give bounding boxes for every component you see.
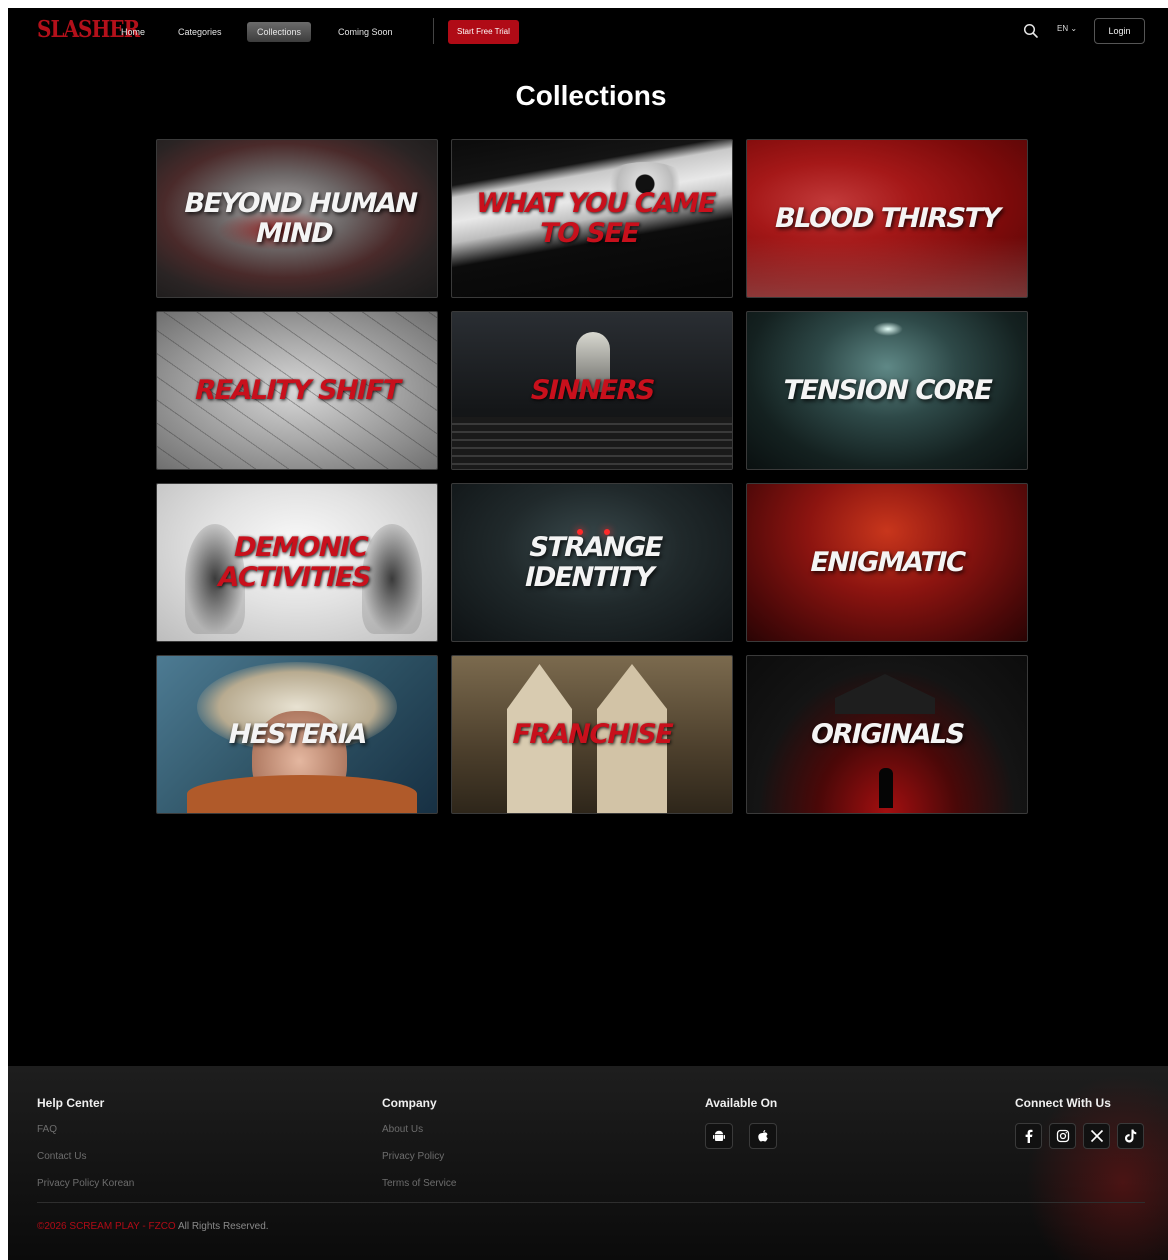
connect-heading: Connect With Us: [1015, 1096, 1111, 1110]
tiktok-icon: [1124, 1129, 1136, 1143]
footer: Help Center FAQ Contact Us Privacy Polic…: [8, 1066, 1168, 1260]
collection-title: SINNERS: [527, 374, 657, 406]
collection-title: BEYOND HUMAN MIND: [181, 187, 420, 249]
collection-title: FRANCHISE: [509, 718, 676, 750]
company-heading: Company: [382, 1096, 437, 1110]
collection-card[interactable]: BEYOND HUMAN MIND: [156, 139, 438, 298]
copyright-brand: ©2026 SCREAM PLAY - FZCO: [37, 1221, 176, 1232]
nav-categories[interactable]: Categories: [168, 22, 232, 42]
faq-link[interactable]: FAQ: [37, 1124, 57, 1135]
instagram-icon: [1056, 1129, 1069, 1143]
page-title: Collections: [515, 80, 667, 111]
collection-card[interactable]: BLOOD THIRSTY: [746, 139, 1028, 298]
collection-card[interactable]: HESTERIA: [156, 655, 438, 814]
collection-card[interactable]: ORIGINALS: [746, 655, 1028, 814]
collections-grid: BEYOND HUMAN MIND WHAT YOU CAME TO SEE B…: [156, 139, 1028, 814]
collection-title: REALITY SHIFT: [191, 374, 403, 406]
page-frame: SLASHER Home Categories Collections Comi…: [8, 8, 1168, 1260]
blood-splatter: [747, 237, 1027, 297]
instagram-button[interactable]: [1049, 1123, 1076, 1149]
facebook-button[interactable]: [1015, 1123, 1042, 1149]
collection-title: WHAT YOU CAME TO SEE: [472, 187, 718, 249]
terms-of-service-link[interactable]: Terms of Service: [382, 1178, 456, 1189]
collection-title: DEMONIC ACTIVITIES: [214, 531, 373, 593]
copyright-rest: All Rights Reserved.: [175, 1221, 269, 1232]
login-button[interactable]: Login: [1094, 18, 1145, 44]
collection-card[interactable]: FRANCHISE: [451, 655, 733, 814]
start-free-trial-button[interactable]: Start Free Trial: [448, 20, 519, 44]
collection-title: BLOOD THIRSTY: [771, 202, 1003, 234]
collection-title: TENSION CORE: [779, 374, 995, 406]
collection-card[interactable]: WHAT YOU CAME TO SEE: [451, 139, 733, 298]
collection-title: ORIGINALS: [807, 718, 967, 750]
apple-icon: [758, 1130, 768, 1142]
collection-card[interactable]: STRANGE IDENTITY: [451, 483, 733, 642]
collection-title: STRANGE IDENTITY: [521, 531, 665, 593]
search-icon[interactable]: [1023, 23, 1039, 39]
x-icon: [1090, 1129, 1103, 1143]
apple-store-button[interactable]: [749, 1123, 777, 1149]
nav-coming-soon[interactable]: Coming Soon: [328, 22, 403, 42]
facebook-icon: [1025, 1129, 1032, 1143]
nav-home[interactable]: Home: [111, 22, 155, 42]
silhouette-figure: [879, 768, 893, 808]
privacy-policy-link[interactable]: Privacy Policy: [382, 1151, 444, 1162]
android-store-button[interactable]: [705, 1123, 733, 1149]
nav-divider: [433, 18, 434, 44]
orange-clothing: [187, 775, 417, 813]
available-on-heading: Available On: [705, 1096, 778, 1110]
collection-card[interactable]: TENSION CORE: [746, 311, 1028, 470]
footer-divider: [37, 1202, 1145, 1203]
x-button[interactable]: [1083, 1123, 1110, 1149]
top-navbar: SLASHER Home Categories Collections Comi…: [8, 8, 1168, 56]
android-icon: [713, 1130, 725, 1141]
collection-title: ENIGMATIC: [806, 546, 968, 578]
tiktok-button[interactable]: [1117, 1123, 1144, 1149]
collection-title: HESTERIA: [225, 718, 369, 750]
copyright-text: ©2026 SCREAM PLAY - FZCO All Rights Rese…: [37, 1221, 269, 1232]
church-pews: [452, 417, 732, 469]
collection-card[interactable]: ENIGMATIC: [746, 483, 1028, 642]
help-center-heading: Help Center: [37, 1096, 105, 1110]
collection-card[interactable]: SINNERS: [451, 311, 733, 470]
language-selector[interactable]: EN ⌄: [1057, 24, 1077, 33]
haunted-house: [835, 674, 935, 714]
collection-card[interactable]: DEMONIC ACTIVITIES: [156, 483, 438, 642]
privacy-policy-korean-link[interactable]: Privacy Policy Korean: [37, 1178, 134, 1189]
about-us-link[interactable]: About Us: [382, 1124, 423, 1135]
collection-card[interactable]: REALITY SHIFT: [156, 311, 438, 470]
hallway-light: [873, 322, 903, 336]
nav-collections[interactable]: Collections: [247, 22, 312, 42]
contact-us-link[interactable]: Contact Us: [37, 1151, 86, 1162]
